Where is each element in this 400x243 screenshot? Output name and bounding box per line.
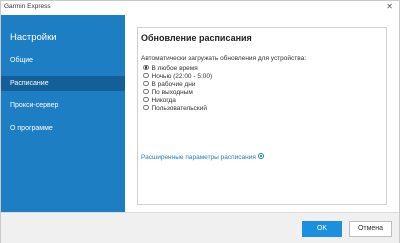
schedule-panel: Обновление расписания Автоматически загр… bbox=[137, 27, 387, 205]
sidebar-item-about[interactable]: О программе bbox=[1, 121, 125, 136]
advanced-schedule-link[interactable]: Расширенные параметры расписания bbox=[141, 153, 264, 161]
sidebar-item-proxy[interactable]: Прокси-сервер bbox=[1, 98, 125, 113]
title-bar: Garmin Express ✕ bbox=[1, 1, 399, 15]
settings-window: Garmin Express ✕ Настройки Общие Расписа… bbox=[0, 0, 400, 243]
radio-icon[interactable] bbox=[143, 80, 149, 87]
close-icon[interactable]: ✕ bbox=[386, 2, 393, 12]
dialog-footer: OK Отмена bbox=[1, 212, 399, 243]
radio-option-label: Ночью (22:00 - 5:00) bbox=[151, 73, 213, 80]
radio-option-label: В рабочие дни bbox=[151, 81, 196, 88]
radio-option-anytime[interactable]: В любое время bbox=[143, 64, 198, 73]
radio-option-weekdays[interactable]: В рабочие дни bbox=[143, 80, 196, 89]
window-title: Garmin Express bbox=[4, 3, 51, 10]
radio-option-never[interactable]: Никогда bbox=[143, 96, 176, 105]
radio-icon[interactable] bbox=[143, 104, 149, 111]
advanced-schedule-link-label[interactable]: Расширенные параметры расписания bbox=[141, 154, 256, 161]
radio-icon[interactable] bbox=[143, 96, 149, 103]
sidebar: Настройки Общие Расписание Прокси-сервер… bbox=[1, 15, 125, 212]
radio-option-label: Никогда bbox=[151, 97, 176, 104]
radio-option-night[interactable]: Ночью (22:00 - 5:00) bbox=[143, 72, 213, 81]
radio-selected-icon[interactable] bbox=[143, 64, 149, 71]
radio-option-weekends[interactable]: По выходным bbox=[143, 88, 193, 97]
radio-option-label: По выходным bbox=[151, 89, 193, 96]
ok-button[interactable]: OK bbox=[302, 221, 342, 237]
schedule-prompt: Автоматически загружать обновления для у… bbox=[141, 55, 307, 62]
sidebar-item-schedule[interactable]: Расписание bbox=[1, 76, 125, 91]
expand-circle-icon[interactable] bbox=[257, 153, 264, 160]
radio-option-label: В любое время bbox=[151, 65, 198, 72]
radio-icon[interactable] bbox=[143, 88, 149, 95]
radio-icon[interactable] bbox=[143, 72, 149, 79]
panel-title: Обновление расписания bbox=[141, 33, 252, 43]
radio-option-custom[interactable]: Пользовательский bbox=[143, 104, 208, 113]
sidebar-item-general[interactable]: Общие bbox=[1, 53, 125, 68]
cancel-button[interactable]: Отмена bbox=[349, 221, 392, 237]
sidebar-heading: Настройки bbox=[10, 32, 57, 43]
radio-option-label: Пользовательский bbox=[151, 105, 208, 112]
